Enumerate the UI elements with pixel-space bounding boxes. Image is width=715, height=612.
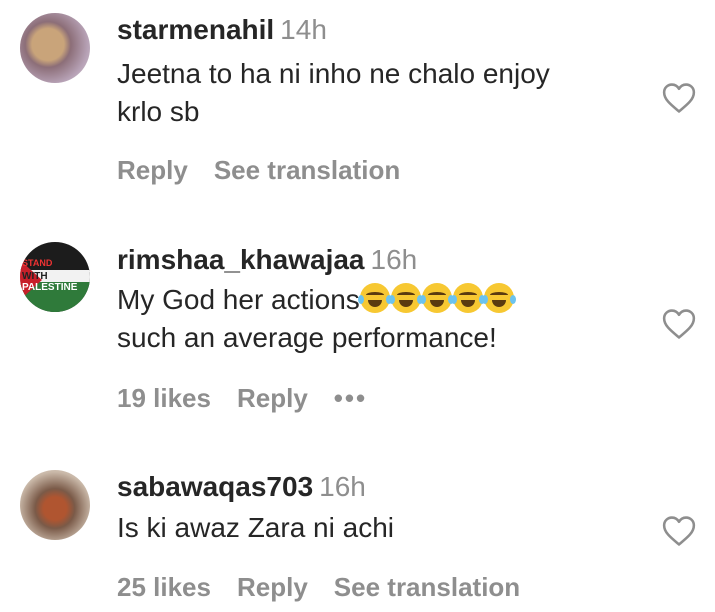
heart-icon[interactable] [662,82,696,114]
tears-of-joy-emoji-icon [419,283,454,313]
comment-text-line: such an average performance! [117,322,497,353]
comment-text-line: krlo sb [117,96,200,127]
username[interactable]: rimshaa_khawajaa [117,244,365,275]
comment-text: My God her actions such an average perfo… [117,281,516,357]
comment-actions: 19 likes Reply ••• [117,383,393,414]
comment-text-segment: My God her actions [117,284,360,315]
comment-header: starmenahil 14h [117,14,327,46]
comment-text-line: Is ki awaz Zara ni achi [117,512,394,543]
timestamp: 16h [370,244,418,275]
comment-actions: Reply See translation [117,155,426,186]
tears-of-joy-emoji-icon [450,283,485,313]
avatar-text: STAND [22,258,53,268]
comment-text-line: Jeetna to ha ni inho ne chalo enjoy [117,58,550,89]
comment-text: Is ki awaz Zara ni achi [117,509,394,547]
avatar[interactable] [20,470,90,540]
tears-of-joy-emoji-icon [388,283,423,313]
avatar[interactable] [20,13,90,83]
emoji-row [357,283,516,315]
heart-icon[interactable] [662,515,696,547]
see-translation-button[interactable]: See translation [214,155,400,185]
reply-button[interactable]: Reply [117,155,188,185]
avatar-text: WITH [22,271,48,282]
timestamp: 14h [280,14,327,45]
reply-button[interactable]: Reply [237,572,308,602]
tears-of-joy-emoji-icon [357,283,392,313]
heart-icon[interactable] [662,308,696,340]
likes-count[interactable]: 19 likes [117,383,211,413]
avatar-text: PALESTINE [22,282,78,293]
tears-of-joy-emoji-icon [481,283,516,313]
reply-button[interactable]: Reply [237,383,308,413]
see-translation-button[interactable]: See translation [334,572,520,602]
comment-header: sabawaqas703 16h [117,471,366,503]
username[interactable]: sabawaqas703 [117,471,313,502]
more-options-icon[interactable]: ••• [334,383,367,413]
avatar[interactable]: STAND WITH PALESTINE [20,242,90,312]
likes-count[interactable]: 25 likes [117,572,211,602]
timestamp: 16h [319,471,366,502]
comment-header: rimshaa_khawajaa 16h [117,244,417,276]
username[interactable]: starmenahil [117,14,274,45]
comment-text: Jeetna to ha ni inho ne chalo enjoy krlo… [117,55,550,131]
comment-actions: 25 likes Reply See translation [117,572,546,603]
comment-text-line: My God her actions [117,281,516,319]
